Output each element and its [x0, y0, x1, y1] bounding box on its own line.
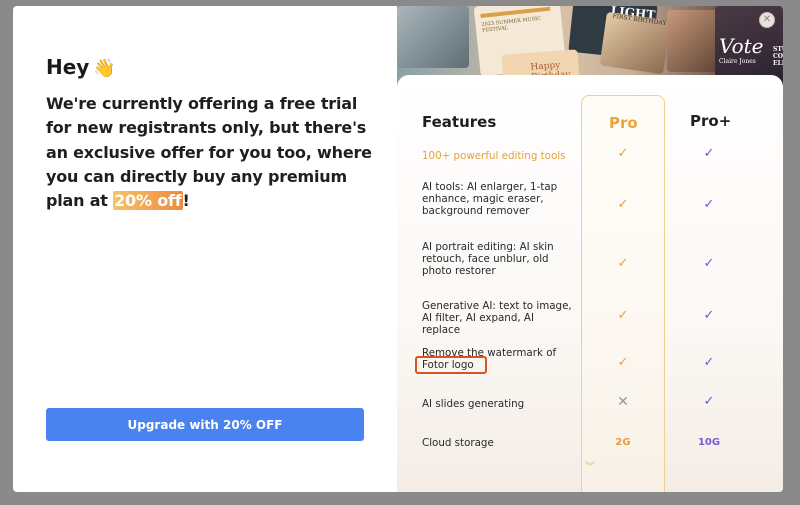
greeting-heading: Hey 👋 — [46, 55, 116, 79]
wave-icon: 👋 — [93, 58, 116, 79]
vote-text: Vote — [719, 34, 764, 58]
feature-label: AI slides generating — [422, 398, 525, 410]
check-icon: ✓ — [703, 308, 715, 323]
feature-label: Cloud storage — [422, 437, 494, 449]
offer-text-end: ! — [182, 191, 190, 211]
template-thumbnail-city — [397, 6, 469, 68]
header-features: Features — [422, 113, 497, 131]
feature-label: AI portrait editing: AI skin retouch, fa… — [422, 241, 554, 277]
header-pro: Pro — [609, 114, 638, 132]
check-icon: ✓ — [617, 146, 629, 161]
annotation-highlight-box — [415, 356, 487, 374]
greeting-text: Hey — [46, 55, 90, 79]
offer-panel: Hey 👋 We're currently offering a free tri… — [13, 6, 397, 492]
check-icon: ✓ — [617, 355, 629, 370]
check-icon: ✓ — [703, 256, 715, 271]
check-icon: ✓ — [703, 197, 715, 212]
close-icon[interactable]: ✕ — [759, 12, 775, 28]
offer-text: We're currently offering a free trial fo… — [46, 92, 376, 213]
scroll-down-chevron-icon[interactable]: ︾ — [580, 463, 600, 473]
feature-label: Generative AI: text to image, AI filter,… — [422, 300, 572, 336]
cross-icon: ✕ — [617, 394, 629, 410]
check-icon: ✓ — [617, 256, 629, 271]
upgrade-button[interactable]: Upgrade with 20% OFF — [46, 408, 364, 441]
storage-value-pro-plus: 10G — [697, 437, 721, 448]
check-icon: ✓ — [703, 146, 715, 161]
vote-name: Claire Jones — [719, 58, 756, 65]
feature-label: AI tools: AI enlarger, 1-tap enhance, ma… — [422, 181, 558, 217]
header-pro-plus: Pro+ — [690, 112, 732, 130]
template-thumbnail-birthday-photo: FIRST BIRTHDAY — [599, 11, 671, 75]
template-banner: 2023 SUMMER MUSIC FESTIVAL LIGHT FIRST B… — [397, 6, 783, 99]
check-icon: ✓ — [617, 308, 629, 323]
offer-text-main: We're currently offering a free trial fo… — [46, 94, 372, 211]
offer-modal: Hey 👋 We're currently offering a free tri… — [13, 6, 783, 492]
check-icon: ✓ — [703, 355, 715, 370]
storage-value-pro: 2G — [615, 437, 631, 448]
comparison-table: Features Pro Pro+ 100+ powerful editing … — [397, 75, 783, 492]
feature-label: 100+ powerful editing tools — [422, 150, 566, 162]
vote-side-text: STUDENT COUNCIL ELECTION — [773, 46, 783, 67]
discount-highlight: 20% off — [113, 191, 183, 211]
template-thumbnail-family — [667, 10, 719, 72]
plan-comparison-panel: 2023 SUMMER MUSIC FESTIVAL LIGHT FIRST B… — [397, 6, 783, 492]
check-icon: ✓ — [617, 197, 629, 212]
check-icon: ✓ — [703, 394, 715, 409]
